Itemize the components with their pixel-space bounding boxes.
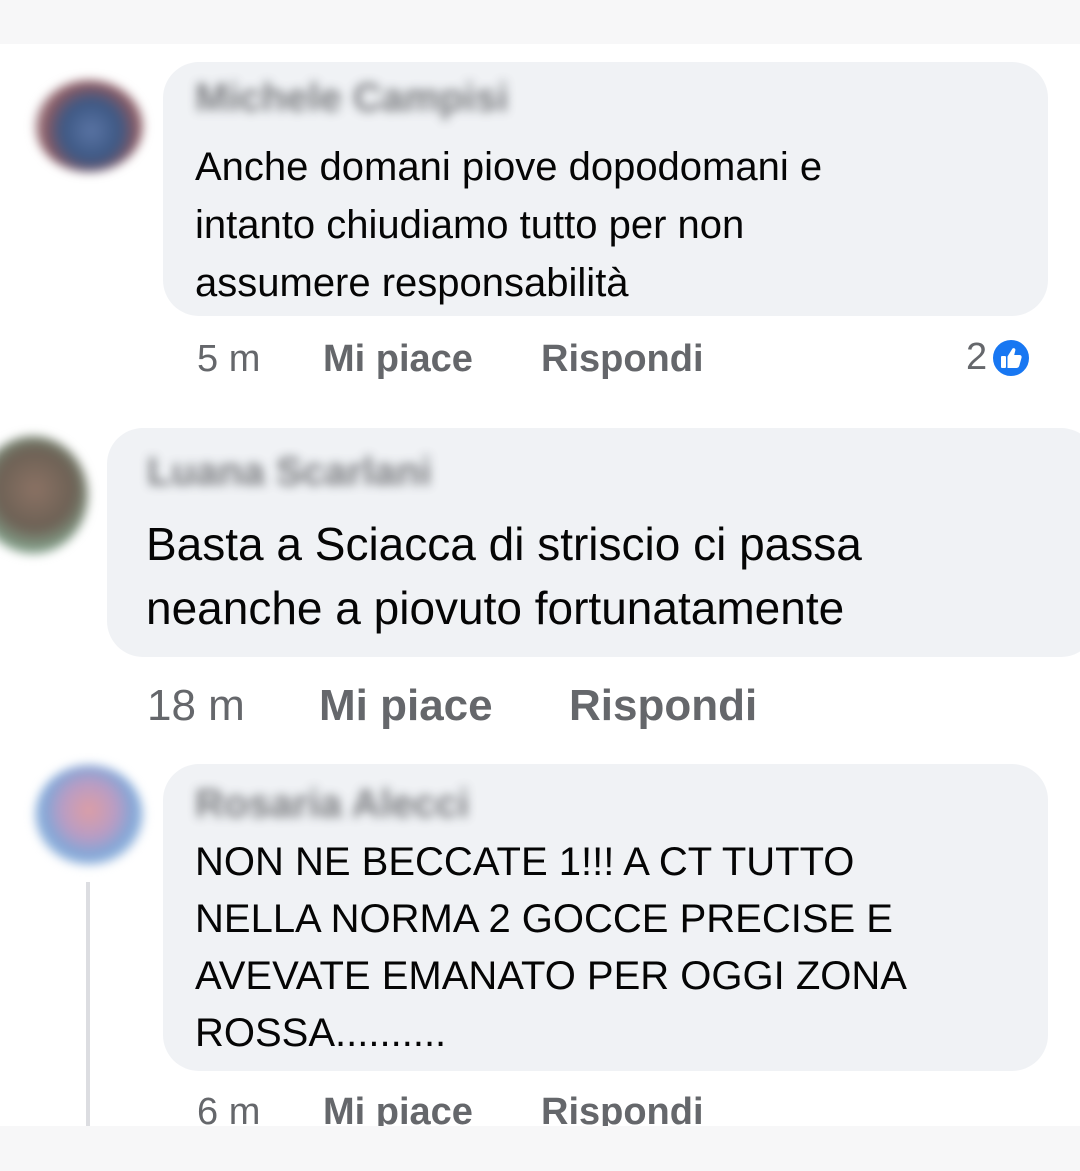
bottom-bar	[0, 1126, 1080, 1171]
comment-timestamp[interactable]: 18 m	[147, 681, 319, 731]
avatar[interactable]	[35, 765, 143, 865]
comment-actions: 18 m Mi piace Rispondi	[147, 681, 757, 731]
comment-actions: 5 m Mi piace Rispondi	[197, 336, 704, 382]
avatar[interactable]	[0, 436, 88, 554]
comment-author[interactable]: Rosaria Alecci	[195, 782, 469, 827]
comment-text: NON NE BECCATE 1!!! A CT TUTTO NELLA NOR…	[195, 840, 907, 1055]
comment-author[interactable]: Michele Campisi	[195, 76, 508, 121]
reply-button[interactable]: Rispondi	[541, 338, 704, 381]
comment-timestamp[interactable]: 5 m	[197, 338, 323, 381]
comment-text: Basta a Sciacca di striscio ci passa nea…	[146, 518, 862, 634]
reaction-count: 2	[966, 336, 988, 378]
comment-author[interactable]: Luana Scarlani	[147, 450, 432, 495]
like-button[interactable]: Mi piace	[323, 338, 541, 381]
reaction-summary[interactable]: 2	[966, 336, 1032, 379]
thread-line	[86, 882, 90, 1126]
comment-bubble: Luana Scarlani Basta a Sciacca di strisc…	[107, 428, 1080, 657]
like-icon	[991, 337, 1032, 378]
comment-bubble: Michele Campisi Anche domani piove dopod…	[163, 62, 1048, 316]
avatar[interactable]	[35, 80, 143, 172]
like-button[interactable]: Mi piace	[319, 681, 569, 731]
top-bar	[0, 0, 1080, 44]
comment-text: Anche domani piove dopodomani e intanto …	[195, 145, 823, 305]
reply-button[interactable]: Rispondi	[569, 681, 757, 731]
comment-bubble: Rosaria Alecci NON NE BECCATE 1!!! A CT …	[163, 764, 1048, 1071]
